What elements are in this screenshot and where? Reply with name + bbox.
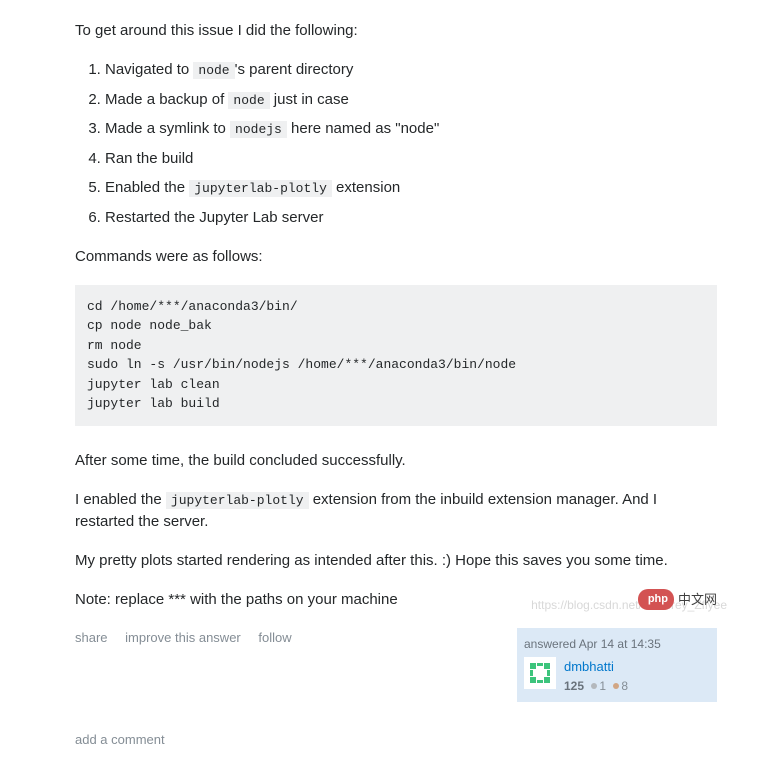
code-inline: node xyxy=(193,62,234,79)
paragraph: My pretty plots started rendering as int… xyxy=(75,550,717,573)
code-block: cd /home/***/anaconda3/bin/ cp node node… xyxy=(75,285,717,426)
list-item: Restarted the Jupyter Lab server xyxy=(105,207,717,230)
intro-paragraph: To get around this issue I did the follo… xyxy=(75,20,717,43)
bronze-badge-icon xyxy=(613,683,619,689)
paragraph: After some time, the build concluded suc… xyxy=(75,450,717,473)
list-item: Ran the build xyxy=(105,148,717,171)
post-menu: share improve this answer follow answere… xyxy=(75,628,717,702)
user-stats: 125 1 8 xyxy=(564,677,628,695)
code-inline: jupyterlab-plotly xyxy=(189,180,332,197)
answered-time: answered Apr 14 at 14:35 xyxy=(524,635,710,653)
code-inline: node xyxy=(228,92,269,109)
reputation-score: 125 xyxy=(564,679,584,693)
code-inline: jupyterlab-plotly xyxy=(166,492,309,509)
php-badge-icon: php xyxy=(638,589,674,611)
list-item: Enabled the jupyterlab-plotly extension xyxy=(105,177,717,200)
list-item: Made a backup of node just in case xyxy=(105,89,717,112)
avatar[interactable] xyxy=(524,657,556,689)
identicon-icon xyxy=(526,659,554,687)
add-comment-link[interactable]: add a comment xyxy=(75,720,717,750)
code-inline: nodejs xyxy=(230,121,287,138)
cn-text: 中文网 xyxy=(678,590,717,610)
follow-link[interactable]: follow xyxy=(258,630,291,645)
silver-badge-count: 1 xyxy=(599,679,606,693)
user-name-link[interactable]: dmbhatti xyxy=(564,657,628,677)
improve-answer-link[interactable]: improve this answer xyxy=(125,630,241,645)
list-item: Navigated to node's parent directory xyxy=(105,59,717,82)
silver-badge-icon xyxy=(591,683,597,689)
paragraph: I enabled the jupyterlab-plotly extensio… xyxy=(75,489,717,534)
user-info-card: answered Apr 14 at 14:35 dmbhatti xyxy=(517,628,717,702)
post-menu-links: share improve this answer follow xyxy=(75,628,306,648)
php-cn-watermark: php 中文网 xyxy=(638,589,717,611)
list-item: Made a symlink to nodejs here named as "… xyxy=(105,118,717,141)
answer-body: To get around this issue I did the follo… xyxy=(0,0,757,759)
steps-list: Navigated to node's parent directory Mad… xyxy=(75,59,717,229)
bronze-badge-count: 8 xyxy=(621,679,628,693)
commands-intro: Commands were as follows: xyxy=(75,246,717,269)
share-link[interactable]: share xyxy=(75,630,108,645)
